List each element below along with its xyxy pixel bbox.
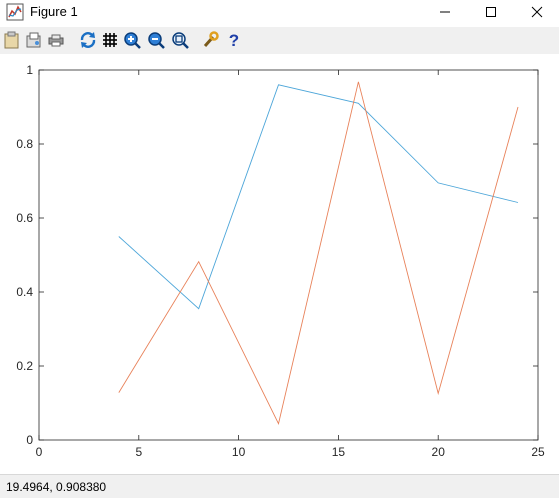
cursor-coordinates: 19.4964, 0.908380: [6, 480, 107, 494]
y-tick-label: 0.2: [16, 359, 33, 373]
export-button[interactable]: [24, 30, 44, 50]
zoom-in-icon: [124, 32, 141, 49]
maximize-icon: [485, 7, 496, 17]
autoscale-button[interactable]: [170, 30, 190, 50]
line-chart[interactable]: 0 5 10 15 20 25 0 0.2 0.4 0.6 0.8 1: [0, 54, 559, 473]
maximize-button[interactable]: [468, 0, 513, 24]
svg-text:?: ?: [229, 31, 239, 49]
x-tick-label: 20: [432, 445, 446, 459]
window-title: Figure 1: [30, 4, 78, 19]
help-button[interactable]: ?: [224, 30, 244, 50]
settings-icon: [203, 31, 219, 47]
y-tick-label: 1: [26, 63, 33, 77]
close-icon: [531, 6, 542, 18]
grid-button[interactable]: [100, 30, 120, 50]
figure-toolbar: ?: [0, 27, 559, 54]
status-bar: 19.4964, 0.908380: [0, 474, 559, 498]
minimize-icon: [439, 11, 450, 13]
grid-icon: [103, 33, 117, 47]
axes-box: [38, 69, 539, 441]
copy-icon: [4, 31, 19, 49]
settings-button[interactable]: [200, 30, 220, 50]
title-bar: Figure 1: [0, 0, 559, 24]
print-icon: [48, 34, 64, 47]
plot-area[interactable]: 0 5 10 15 20 25 0 0.2 0.4 0.6 0.8 1: [0, 54, 559, 473]
x-tick-label: 5: [135, 445, 142, 459]
export-icon: [26, 32, 41, 48]
close-button[interactable]: [514, 0, 559, 24]
zoom-out-icon: [148, 32, 165, 49]
y-tick-label: 0: [26, 433, 33, 447]
autoscale-icon: [172, 32, 189, 49]
x-tick-label: 15: [332, 445, 346, 459]
copy-button[interactable]: [2, 30, 22, 50]
help-icon: ?: [229, 31, 239, 49]
y-tick-label: 0.8: [16, 137, 33, 151]
zoom-in-button[interactable]: [122, 30, 142, 50]
rotate-icon: [80, 32, 96, 48]
zoom-out-button[interactable]: [146, 30, 166, 50]
print-button[interactable]: [46, 30, 66, 50]
minimize-button[interactable]: [422, 0, 467, 24]
y-tick-label: 0.4: [16, 285, 33, 299]
x-tick-label: 0: [36, 445, 43, 459]
figure-app-icon: [6, 3, 24, 21]
x-tick-label: 25: [531, 445, 545, 459]
rotate-button[interactable]: [78, 30, 98, 50]
y-tick-label: 0.6: [16, 211, 33, 225]
x-tick-label: 10: [232, 445, 246, 459]
